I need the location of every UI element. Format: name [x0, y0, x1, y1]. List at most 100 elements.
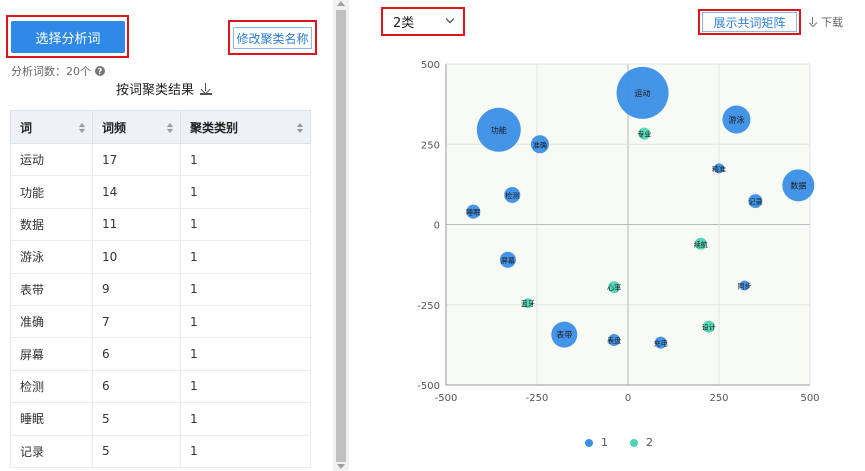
column-header-frequency[interactable]: 词频: [92, 110, 181, 144]
x-tick-label: -500: [435, 393, 458, 404]
bubble-label: 精准: [712, 164, 726, 173]
highlight-box: [381, 7, 465, 36]
cell-word: 功能: [10, 175, 93, 209]
bubble-label: 表带: [556, 330, 572, 340]
table-row: 数据 11 1: [10, 208, 311, 242]
highlight-box: [698, 9, 801, 35]
table-row: 表带 9 1: [10, 273, 311, 306]
bubble-label: 蓝牙: [521, 299, 535, 308]
bubble-label: 表盘: [607, 336, 621, 345]
cluster-table: 词 词频 聚类类别 运动 17 1 功能 14 1 数据 11 1 游泳 10 1 表带 9 1 准…: [10, 110, 311, 468]
word-count: 分析词数：20个 ?: [11, 63, 105, 79]
cell-cluster: 1: [180, 208, 311, 242]
bubble-label: 游泳: [728, 115, 744, 125]
table-header-row: 词 词频 聚类类别: [10, 110, 311, 144]
help-icon[interactable]: ?: [95, 66, 105, 76]
cell-frequency: 5: [92, 435, 181, 468]
y-tick-label: -500: [417, 381, 440, 392]
table-row: 游泳 10 1: [10, 240, 311, 274]
column-header-word[interactable]: 词: [10, 110, 93, 144]
scroll-down-arrow-icon[interactable]: [337, 464, 345, 469]
bubble-label: 专业: [637, 130, 651, 139]
download-link[interactable]: 下载: [808, 14, 843, 30]
x-tick-label: -250: [526, 393, 549, 404]
bubble-label: 数据: [790, 180, 806, 190]
bubble-label: 心率: [607, 283, 621, 292]
x-tick-label: 500: [800, 393, 819, 404]
word-count-text: 分析词数：20个: [11, 65, 91, 78]
word-list-panel: 选择分析词 修改聚类名称 分析词数：20个 ? 按词聚类结果 词 词频 聚类类别…: [0, 0, 333, 471]
table-row: 准确 7 1: [10, 305, 311, 339]
bubble-label: 屏幕: [501, 256, 515, 265]
result-title-text: 按词聚类结果: [116, 83, 195, 98]
cell-cluster: 1: [180, 273, 311, 306]
cell-word: 运动: [10, 143, 93, 177]
table-row: 检测 6 1: [10, 370, 311, 404]
y-tick-label: 250: [421, 140, 440, 151]
sort-icon[interactable]: [167, 123, 173, 133]
cell-word: 屏幕: [10, 337, 93, 371]
bubble-label: 功能: [491, 125, 507, 135]
legend-dot-1: [585, 438, 593, 447]
cell-cluster: 1: [180, 175, 311, 209]
highlight-box: [228, 20, 317, 55]
bubble-label: 同步: [737, 282, 751, 290]
download-icon: [808, 16, 818, 28]
highlight-box: [6, 15, 129, 58]
cell-cluster: 1: [180, 337, 311, 371]
cell-cluster: 1: [180, 402, 311, 436]
download-label: 下载: [821, 16, 843, 29]
x-tick-label: 250: [709, 393, 728, 404]
cell-frequency: 7: [92, 305, 181, 339]
cell-cluster: 1: [180, 370, 311, 404]
cell-frequency: 5: [92, 402, 181, 436]
cell-frequency: 10: [92, 240, 181, 274]
cell-word: 检测: [10, 370, 93, 404]
table-row: 运动 17 1: [10, 143, 311, 177]
legend-dot-2: [630, 438, 638, 447]
x-tick-label: 0: [625, 393, 631, 404]
result-title: 按词聚类结果: [116, 79, 213, 98]
bubble-label: 准确: [533, 140, 547, 149]
cell-frequency: 11: [92, 208, 181, 242]
scrollbar-thumb[interactable]: [336, 10, 346, 462]
cell-cluster: 1: [180, 143, 311, 177]
cell-word: 表带: [10, 273, 93, 306]
cell-cluster: 1: [180, 240, 311, 274]
y-tick-label: 500: [421, 60, 440, 71]
column-header-cluster[interactable]: 聚类类别: [180, 110, 311, 144]
legend-item-1[interactable]: 1: [585, 436, 608, 449]
cell-word: 睡眠: [10, 402, 93, 436]
cell-word: 游泳: [10, 240, 93, 274]
bubble-label: 检测: [505, 191, 519, 200]
cell-cluster: 1: [180, 435, 311, 468]
scroll-up-arrow-icon[interactable]: [337, 1, 345, 6]
chart-legend: 1 2: [585, 436, 653, 449]
table-row: 睡眠 5 1: [10, 402, 311, 436]
y-tick-label: -250: [417, 301, 440, 312]
cell-word: 记录: [10, 435, 93, 468]
download-icon[interactable]: [200, 82, 213, 95]
cell-frequency: 6: [92, 337, 181, 371]
legend-label-2: 2: [646, 436, 653, 449]
cell-cluster: 1: [180, 305, 311, 339]
bubble-label: 睡眠: [466, 209, 480, 217]
cell-frequency: 14: [92, 175, 181, 209]
cell-word: 数据: [10, 208, 93, 242]
table-row: 功能 14 1: [10, 175, 311, 209]
sort-icon[interactable]: [297, 123, 303, 133]
bubble-label: 记录: [748, 198, 762, 206]
legend-label-1: 1: [601, 436, 608, 449]
cell-word: 准确: [10, 305, 93, 339]
sort-icon[interactable]: [79, 123, 85, 133]
cell-frequency: 6: [92, 370, 181, 404]
table-row: 记录 5 1: [10, 435, 311, 468]
cell-frequency: 9: [92, 273, 181, 306]
bubble-label: 充电: [654, 339, 668, 348]
legend-item-2[interactable]: 2: [630, 436, 653, 449]
cluster-scatter-chart: -500 -250 0 250 500 500 250 0 -250 -500 运动功能数据 游泳表带…: [417, 60, 819, 404]
y-tick-label: 0: [434, 221, 440, 232]
table-row: 屏幕 6 1: [10, 337, 311, 371]
bubble-label: 运动: [635, 88, 651, 98]
bubble-label: 设计: [702, 323, 716, 332]
